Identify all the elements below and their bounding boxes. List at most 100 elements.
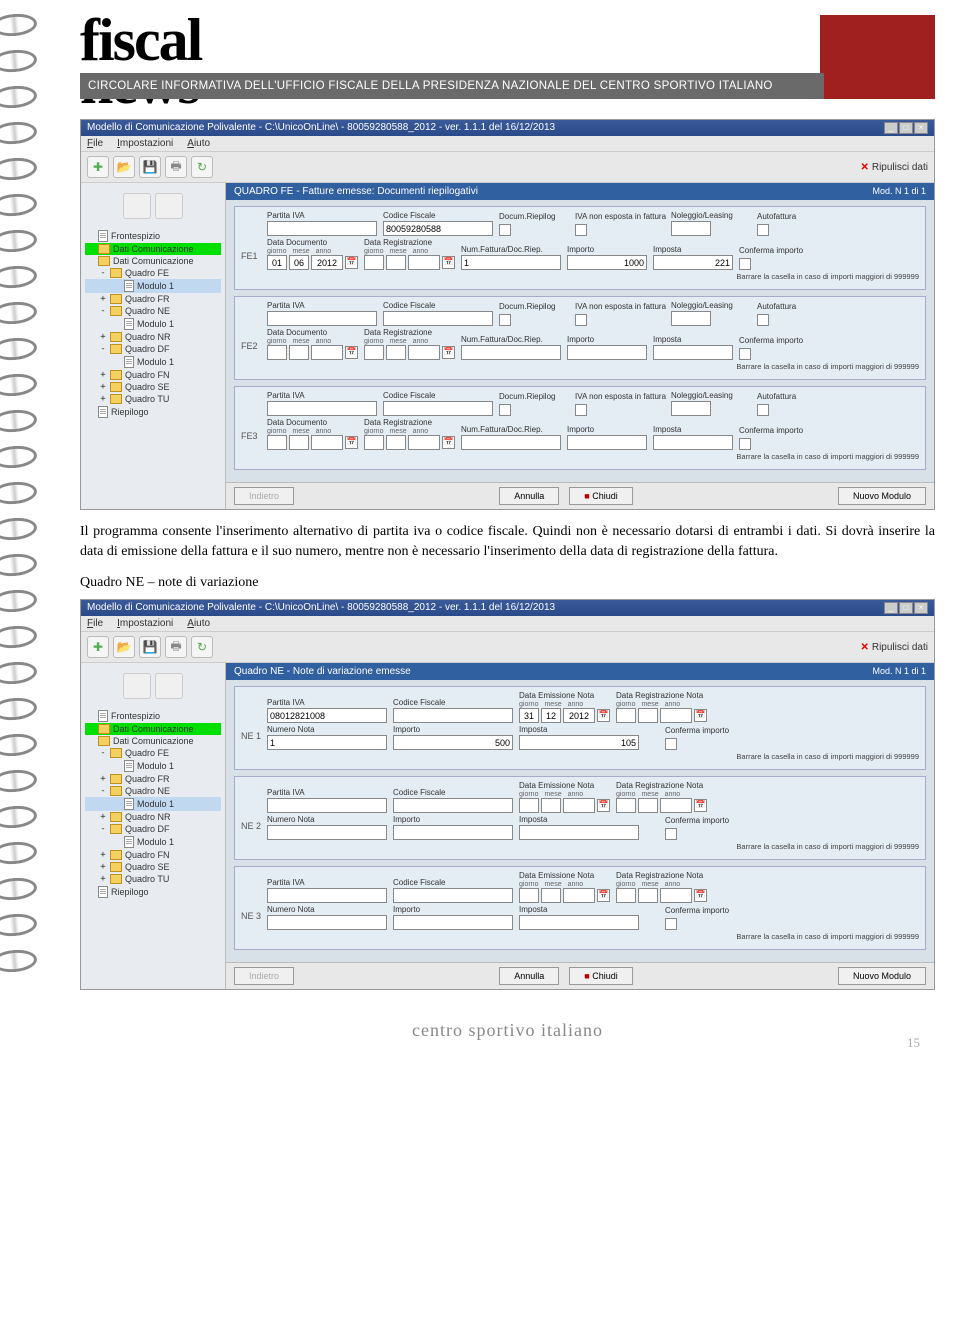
importo-input[interactable]	[567, 435, 647, 450]
tree-item[interactable]: Dati Comunicazione	[85, 723, 221, 735]
ivanon-check[interactable]	[575, 314, 587, 326]
tree-item[interactable]: -Quadro NE	[85, 305, 221, 317]
calendar-icon[interactable]: 📅	[597, 799, 610, 812]
autofatt-check[interactable]	[757, 314, 769, 326]
tree-item[interactable]: Modulo 1	[85, 279, 221, 293]
tree-item[interactable]: -Quadro FE	[85, 747, 221, 759]
num-input[interactable]	[461, 435, 561, 450]
tree-item[interactable]: -Quadro FE	[85, 267, 221, 279]
tree-item[interactable]: +Quadro NR	[85, 331, 221, 343]
min-button[interactable]: _	[884, 122, 898, 134]
piva-input[interactable]	[267, 888, 387, 903]
dr-day[interactable]	[364, 435, 384, 450]
cf-input[interactable]	[383, 311, 493, 326]
side-btn-1[interactable]	[123, 673, 151, 699]
imposta-input[interactable]	[653, 345, 733, 360]
save-icon[interactable]: 💾	[139, 636, 161, 658]
calendar-icon[interactable]: 📅	[345, 256, 358, 269]
de-day[interactable]	[519, 708, 539, 723]
imposta-input[interactable]	[653, 255, 733, 270]
de-yr[interactable]	[563, 798, 595, 813]
piva-input[interactable]	[267, 401, 377, 416]
indietro-button[interactable]: Indietro	[234, 487, 294, 505]
noleggio-input[interactable]	[671, 221, 711, 236]
tree-item[interactable]: Riepilogo	[85, 885, 221, 899]
calendar-icon[interactable]: 📅	[442, 346, 455, 359]
max-button[interactable]: □	[899, 602, 913, 614]
piva-input[interactable]	[267, 798, 387, 813]
menu-item[interactable]: Impostazioni	[117, 138, 173, 149]
tree-item[interactable]: +Quadro TU	[85, 873, 221, 885]
dd-yr[interactable]	[311, 345, 343, 360]
indietro-button[interactable]: Indietro	[234, 967, 294, 985]
tree-item[interactable]: Modulo 1	[85, 835, 221, 849]
cf-input[interactable]	[393, 708, 513, 723]
cf-input[interactable]	[383, 221, 493, 236]
tree-item[interactable]: Dati Comunicazione	[85, 255, 221, 267]
tree-item[interactable]: Dati Comunicazione	[85, 243, 221, 255]
refresh-icon[interactable]: ↻	[191, 156, 213, 178]
imposta-input[interactable]	[653, 435, 733, 450]
dr-yr[interactable]	[408, 345, 440, 360]
noleggio-input[interactable]	[671, 401, 711, 416]
ripulisci-button[interactable]: Ripulisci dati	[860, 156, 928, 178]
dr-day[interactable]	[616, 798, 636, 813]
ivanon-check[interactable]	[575, 404, 587, 416]
print-icon[interactable]: 🖶	[165, 156, 187, 178]
cf-input[interactable]	[393, 888, 513, 903]
de-mon[interactable]	[541, 708, 561, 723]
autofatt-check[interactable]	[757, 404, 769, 416]
dr-mon[interactable]	[638, 888, 658, 903]
tree-item[interactable]: Frontespizio	[85, 709, 221, 723]
dr-mon[interactable]	[638, 708, 658, 723]
de-mon[interactable]	[541, 888, 561, 903]
autofatt-check[interactable]	[757, 224, 769, 236]
tree-item[interactable]: +Quadro SE	[85, 861, 221, 873]
new-icon[interactable]: ✚	[87, 156, 109, 178]
tree-item[interactable]: Modulo 1	[85, 797, 221, 811]
print-icon[interactable]: 🖶	[165, 636, 187, 658]
calendar-icon[interactable]: 📅	[597, 709, 610, 722]
cf-input[interactable]	[393, 798, 513, 813]
menu-item[interactable]: File	[87, 618, 103, 629]
annulla-button[interactable]: Annulla	[499, 487, 559, 505]
calendar-icon[interactable]: 📅	[694, 889, 707, 902]
de-mon[interactable]	[541, 798, 561, 813]
menu-item[interactable]: Aiuto	[187, 138, 210, 149]
de-day[interactable]	[519, 888, 539, 903]
side-btn-2[interactable]	[155, 673, 183, 699]
dd-yr[interactable]	[311, 255, 343, 270]
new-icon[interactable]: ✚	[87, 636, 109, 658]
dr-day[interactable]	[616, 708, 636, 723]
ivanon-check[interactable]	[575, 224, 587, 236]
importo-input[interactable]	[393, 915, 513, 930]
dr-mon[interactable]	[386, 255, 406, 270]
dr-yr[interactable]	[408, 435, 440, 450]
chiudi-button[interactable]: Chiudi	[569, 487, 632, 505]
side-btn-2[interactable]	[155, 193, 183, 219]
refresh-icon[interactable]: ↻	[191, 636, 213, 658]
importo-input[interactable]	[393, 735, 513, 750]
conferma-check[interactable]	[739, 438, 751, 450]
piva-input[interactable]	[267, 708, 387, 723]
conferma-check[interactable]	[739, 258, 751, 270]
importo-input[interactable]	[567, 255, 647, 270]
close-button[interactable]: ×	[914, 602, 928, 614]
tree-item[interactable]: +Quadro FR	[85, 293, 221, 305]
docriep-check[interactable]	[499, 404, 511, 416]
max-button[interactable]: □	[899, 122, 913, 134]
tree-item[interactable]: +Quadro FN	[85, 369, 221, 381]
min-button[interactable]: _	[884, 602, 898, 614]
tree-item[interactable]: Modulo 1	[85, 759, 221, 773]
dd-day[interactable]	[267, 255, 287, 270]
de-yr[interactable]	[563, 708, 595, 723]
ripulisci-button[interactable]: Ripulisci dati	[860, 636, 928, 658]
tree-item[interactable]: +Quadro TU	[85, 393, 221, 405]
dr-yr[interactable]	[660, 708, 692, 723]
dd-day[interactable]	[267, 345, 287, 360]
calendar-icon[interactable]: 📅	[442, 256, 455, 269]
nuovo-button[interactable]: Nuovo Modulo	[838, 487, 926, 505]
piva-input[interactable]	[267, 311, 377, 326]
noleggio-input[interactable]	[671, 311, 711, 326]
imposta-input[interactable]	[519, 735, 639, 750]
